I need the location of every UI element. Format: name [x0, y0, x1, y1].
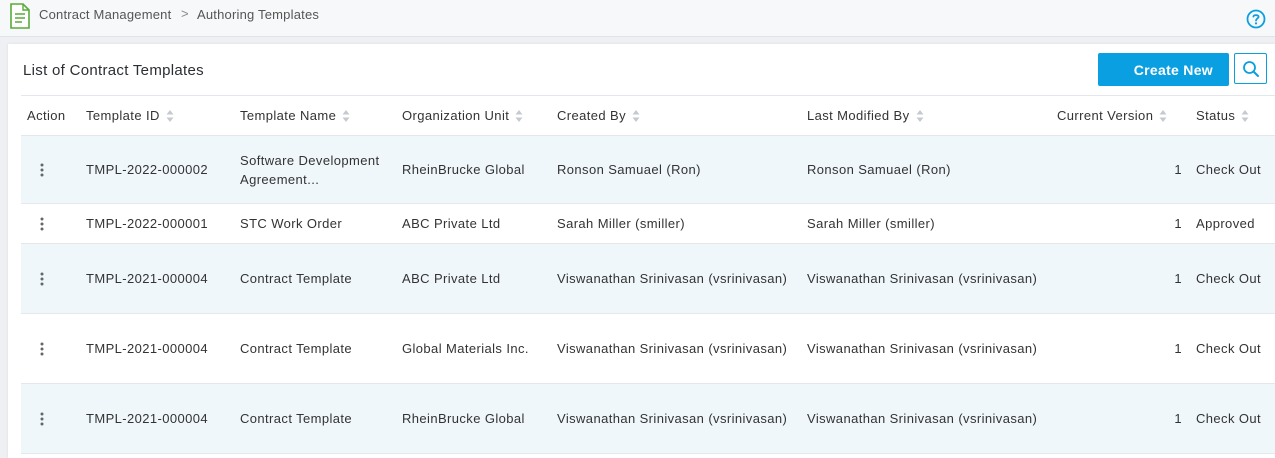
column-header-template-name[interactable]: Template Name [240, 95, 402, 136]
column-label: Last Modified By [807, 107, 910, 123]
cell-last-modified-by: Viswanathan Srinivasan (vsrinivasan) [807, 313, 1057, 384]
kebab-menu-icon[interactable] [40, 272, 44, 286]
cell-last-modified-by: Sarah Miller (smiller) [807, 203, 1057, 244]
column-label: Created By [557, 107, 627, 123]
column-label: Organization Unit [402, 107, 510, 123]
cell-template-name: Contract Template [240, 313, 402, 384]
cell-status: Check Out [1196, 135, 1275, 204]
kebab-menu-icon[interactable] [40, 412, 44, 426]
cell-created-by: Viswanathan Srinivasan (vsrinivasan) [557, 313, 807, 384]
table-row[interactable]: TMPL-2021-000004 Contract Template Globa… [21, 313, 1275, 384]
table-row[interactable]: TMPL-2022-000001 STC Work Order ABC Priv… [21, 203, 1275, 244]
column-label: Template Name [240, 107, 337, 123]
row-action-cell[interactable] [21, 203, 78, 244]
sort-icon[interactable] [342, 109, 350, 123]
cell-template-name: STC Work Order [240, 203, 402, 244]
breadcrumb-contract-management[interactable]: Contract Management [39, 7, 171, 22]
sort-icon[interactable] [1159, 109, 1167, 123]
cell-current-version: 1 [1057, 383, 1196, 454]
sort-icon[interactable] [515, 109, 523, 123]
cell-template-id[interactable]: TMPL-2021-000004 [78, 313, 240, 384]
cell-created-by: Sarah Miller (smiller) [557, 203, 807, 244]
column-header-action: Action [21, 95, 78, 136]
page-title: List of Contract Templates [23, 62, 204, 79]
column-label: Current Version [1057, 107, 1154, 123]
breadcrumb-authoring-templates: Authoring Templates [197, 7, 320, 22]
create-new-button[interactable]: Create New [1098, 53, 1229, 86]
templates-table: Action Template ID Template Name Organiz… [21, 95, 1275, 454]
search-icon [1243, 61, 1259, 77]
cell-organization-unit: ABC Private Ltd [402, 243, 557, 314]
cell-organization-unit: RheinBrucke Global [402, 135, 557, 204]
row-action-cell[interactable] [21, 383, 78, 454]
column-header-template-id[interactable]: Template ID [78, 95, 240, 136]
cell-organization-unit: Global Materials Inc. [402, 313, 557, 384]
column-header-created-by[interactable]: Created By [557, 95, 807, 136]
cell-status: Check Out [1196, 313, 1275, 384]
breadcrumb-separator: > [181, 6, 189, 21]
sort-icon[interactable] [1241, 109, 1249, 123]
cell-organization-unit: RheinBrucke Global [402, 383, 557, 454]
table-row[interactable]: TMPL-2021-000004 Contract Template Rhein… [21, 383, 1275, 454]
cell-current-version: 1 [1057, 243, 1196, 314]
kebab-menu-icon[interactable] [40, 342, 44, 356]
table-row[interactable]: TMPL-2022-000002 Software Development Ag… [21, 135, 1275, 204]
cell-status: Check Out [1196, 383, 1275, 454]
cell-template-name: Contract Template [240, 383, 402, 454]
cell-template-name: Contract Template [240, 243, 402, 314]
column-header-last-modified-by[interactable]: Last Modified By [807, 95, 1057, 136]
column-label: Status [1196, 107, 1236, 123]
cell-current-version: 1 [1057, 203, 1196, 244]
table-row[interactable]: TMPL-2021-000004 Contract Template ABC P… [21, 243, 1275, 314]
cell-status: Approved [1196, 203, 1275, 244]
document-list-icon [10, 3, 30, 29]
cell-template-name: Software Development Agreement... [240, 135, 402, 204]
top-bar: Contract Management > Authoring Template… [0, 0, 1275, 37]
row-action-cell[interactable] [21, 243, 78, 314]
cell-current-version: 1 [1057, 313, 1196, 384]
cell-template-id[interactable]: TMPL-2021-000004 [78, 243, 240, 314]
help-icon[interactable] [1246, 9, 1266, 29]
cell-created-by: Viswanathan Srinivasan (vsrinivasan) [557, 243, 807, 314]
table-header: Action Template ID Template Name Organiz… [21, 95, 1275, 136]
search-button[interactable] [1234, 53, 1267, 84]
sort-icon[interactable] [632, 109, 640, 123]
column-label: Action [27, 108, 66, 123]
cell-template-id[interactable]: TMPL-2021-000004 [78, 383, 240, 454]
cell-template-id[interactable]: TMPL-2022-000001 [78, 203, 240, 244]
sort-icon[interactable] [166, 109, 174, 123]
cell-last-modified-by: Viswanathan Srinivasan (vsrinivasan) [807, 383, 1057, 454]
cell-current-version: 1 [1057, 135, 1196, 204]
cell-last-modified-by: Ronson Samuael (Ron) [807, 135, 1057, 204]
column-label: Template ID [86, 107, 160, 123]
cell-created-by: Ronson Samuael (Ron) [557, 135, 807, 204]
templates-panel: List of Contract Templates Create New Ac… [8, 44, 1275, 458]
row-action-cell[interactable] [21, 135, 78, 204]
column-header-status[interactable]: Status [1196, 95, 1275, 136]
kebab-menu-icon[interactable] [40, 217, 44, 231]
cell-created-by: Viswanathan Srinivasan (vsrinivasan) [557, 383, 807, 454]
row-action-cell[interactable] [21, 313, 78, 384]
cell-template-id[interactable]: TMPL-2022-000002 [78, 135, 240, 204]
cell-status: Check Out [1196, 243, 1275, 314]
sort-icon[interactable] [916, 109, 924, 123]
column-header-organization-unit[interactable]: Organization Unit [402, 95, 557, 136]
column-header-current-version[interactable]: Current Version [1057, 95, 1196, 136]
cell-last-modified-by: Viswanathan Srinivasan (vsrinivasan) [807, 243, 1057, 314]
cell-organization-unit: ABC Private Ltd [402, 203, 557, 244]
kebab-menu-icon[interactable] [40, 163, 44, 177]
